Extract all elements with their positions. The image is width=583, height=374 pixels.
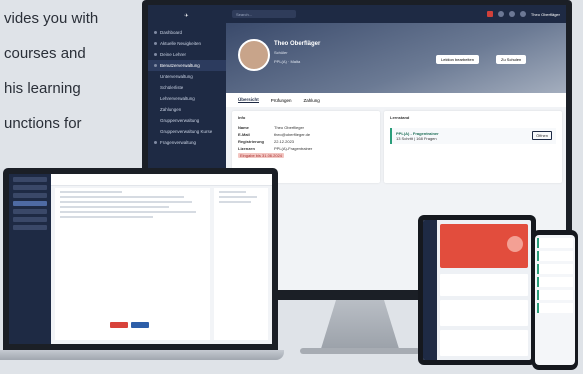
profile-name: Theo Oberfläger	[274, 41, 321, 47]
avatar	[238, 39, 270, 71]
phone-screen	[535, 235, 575, 365]
profile-tags: PPL(A) · Malta	[274, 59, 301, 64]
card-title: Info	[238, 115, 246, 120]
sidebar-subitem[interactable]: Lehrerverwaltung	[148, 93, 226, 104]
sidebar-item[interactable]	[13, 185, 47, 190]
tablet-sidebar	[423, 220, 437, 360]
card-title: Lernstand	[390, 115, 410, 120]
profile-tabs: Übersicht Prüfungen Zahlung	[226, 93, 566, 107]
sidebar-item[interactable]	[13, 209, 47, 214]
notification-icon[interactable]	[508, 11, 515, 17]
sidebar-item[interactable]: Dashboard	[148, 27, 226, 38]
list-item[interactable]	[537, 238, 573, 248]
list-item[interactable]	[537, 303, 573, 313]
tab-payment[interactable]: Zahlung	[304, 98, 320, 103]
sidebar-subitem[interactable]: Zahlungen	[148, 104, 226, 115]
intro-line: unctions for	[4, 115, 82, 132]
tablet-screen	[423, 220, 531, 360]
intro-line: courses and	[4, 45, 86, 62]
list-item[interactable]	[537, 290, 573, 300]
intro-line: his learning	[4, 80, 81, 97]
app-logo: ✈	[184, 13, 190, 19]
edit-lesson-button[interactable]: Lektion bearbeiten	[436, 55, 479, 64]
sidebar-item[interactable]	[13, 193, 47, 198]
content-block	[440, 300, 528, 326]
sidebar-item[interactable]: Fragenverwaltung	[148, 137, 226, 148]
settings-icon[interactable]	[519, 11, 526, 17]
monitor-stand	[320, 300, 400, 352]
phone	[532, 230, 578, 370]
sidebar-item[interactable]	[13, 177, 47, 182]
score-badge	[507, 236, 523, 252]
sidebar-item[interactable]	[13, 217, 47, 222]
sidebar-subitem[interactable]: Unterverwaltung	[148, 71, 226, 82]
course-sub: 13 Schritt | 168 Fragen	[396, 136, 437, 141]
intro-line: vides you with	[4, 10, 99, 27]
tablet	[418, 215, 536, 365]
sidebar-item[interactable]: Aktuelle Neuigkeiten	[148, 38, 226, 49]
laptop-base	[0, 350, 284, 360]
list-item[interactable]	[537, 277, 573, 287]
grid-icon[interactable]	[497, 11, 504, 17]
sidebar-subitem[interactable]: Gruppenverwaltung Kurse	[148, 126, 226, 137]
save-button[interactable]	[131, 322, 149, 328]
sidebar-subitem[interactable]: Schülerliste	[148, 82, 226, 93]
to-schools-button[interactable]: Zu Schulen	[496, 55, 527, 64]
exam-score-card	[440, 224, 528, 268]
tab-overview[interactable]: Übersicht	[238, 97, 259, 103]
list-item[interactable]	[537, 264, 573, 274]
open-course-button[interactable]: Öffnen	[532, 131, 552, 140]
settings-panel	[214, 188, 268, 340]
topbar: Search... Theo Oberfläger	[226, 5, 566, 23]
list-item[interactable]	[537, 251, 573, 261]
delete-button[interactable]	[110, 322, 128, 328]
laptop-sidebar	[9, 174, 51, 344]
intro-text: vides you with courses and his learning …	[0, 0, 150, 160]
laptop-topbar	[51, 174, 272, 186]
sidebar-item[interactable]	[13, 225, 47, 230]
sidebar-item[interactable]: Deine Lehrer	[148, 49, 226, 60]
tab-exams[interactable]: Prüfungen	[271, 98, 292, 103]
status-badge: Eingabe bis 31.06.2024	[238, 153, 285, 158]
profile-hero: Theo Oberfläger Schüler PPL(A) · Malta L…	[226, 23, 566, 93]
profile-role: Schüler	[274, 50, 288, 55]
courses-card: Lernstand Öffnen PPL(A) - Fragentrainer …	[384, 111, 562, 183]
editor-panel	[55, 188, 210, 340]
language-flag-icon[interactable]	[486, 11, 493, 17]
course-item[interactable]: Öffnen PPL(A) - Fragentrainer 13 Schritt…	[390, 128, 556, 144]
content-block	[440, 330, 528, 356]
search-input[interactable]: Search...	[232, 10, 296, 18]
sidebar-item-active[interactable]: Benutzerverwaltung	[148, 60, 226, 71]
monitor-stand-base	[300, 348, 420, 354]
laptop	[3, 168, 278, 350]
laptop-screen	[9, 174, 272, 344]
user-menu[interactable]: Theo Oberfläger	[531, 12, 560, 17]
sidebar-item-active[interactable]	[13, 201, 47, 206]
sidebar-subitem[interactable]: Gruppenverwaltung	[148, 115, 226, 126]
content-block	[440, 274, 528, 296]
